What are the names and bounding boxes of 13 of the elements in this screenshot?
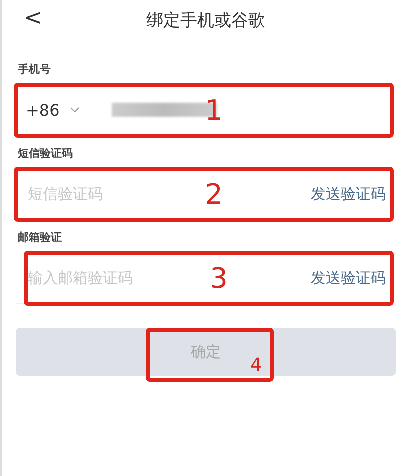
field-label: 邮箱验证 [18, 230, 63, 245]
annotation-number: 4 [250, 355, 262, 376]
country-code[interactable]: +86 [26, 100, 60, 120]
send-code-link[interactable]: 发送验证码 [311, 184, 386, 204]
back-button[interactable]: < [20, 6, 46, 31]
annotation-number: 3 [210, 262, 228, 295]
annotation-number: 2 [205, 178, 223, 211]
chevron-down-icon [70, 107, 80, 113]
field-label: 短信验证码 [18, 146, 74, 161]
send-code-link[interactable]: 发送验证码 [311, 268, 386, 288]
field-label: 手机号 [18, 62, 52, 77]
annotation-number: 1 [205, 94, 223, 127]
page-title: 绑定手机或谷歌 [146, 10, 266, 32]
